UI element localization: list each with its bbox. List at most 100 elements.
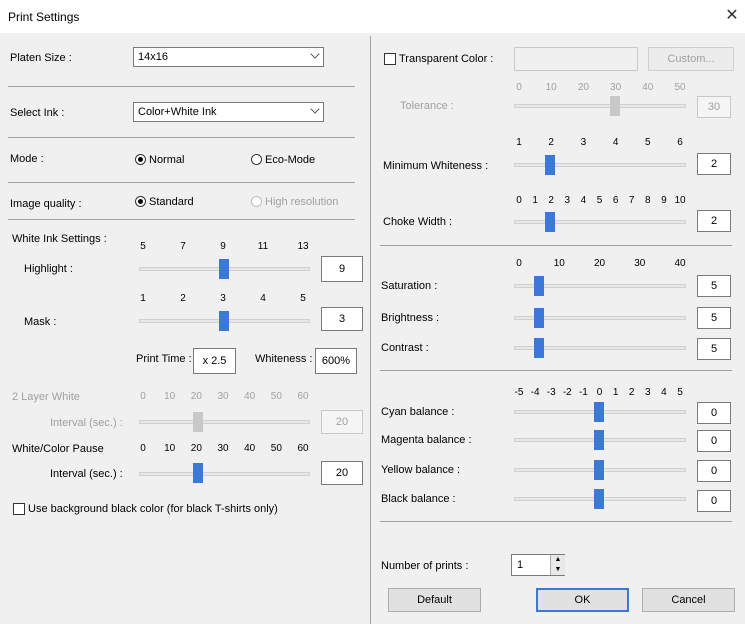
panel-divider [370, 36, 371, 624]
whiteness-value: 600% [315, 348, 357, 374]
close-icon[interactable]: ✕ [723, 6, 741, 26]
window-title: Print Settings [8, 10, 80, 24]
tick-label: 10 [164, 391, 176, 402]
mode-label: Mode : [10, 153, 44, 165]
pause-interval-label: Interval (sec.) : [50, 468, 123, 480]
min-whiteness-slider-thumb[interactable] [545, 155, 555, 175]
default-button[interactable]: Default [388, 588, 481, 612]
tick-label: 30 [217, 391, 229, 402]
spin-down-icon[interactable]: ▼ [550, 565, 565, 575]
tick-label: 20 [593, 258, 606, 269]
tick-label: 30 [217, 443, 229, 454]
divider [8, 86, 355, 87]
brightness-label: Brightness : [381, 312, 440, 324]
choke-width-slider-thumb[interactable] [545, 212, 555, 232]
tick-label: 50 [270, 391, 282, 402]
cyan-balance-slider-thumb[interactable] [594, 402, 604, 422]
highlight-label: Highlight : [24, 263, 73, 275]
print-time-value: x 2.5 [193, 348, 236, 374]
divider [380, 521, 732, 522]
two-layer-slider-thumb[interactable] [193, 412, 203, 432]
white-ink-settings-label: White Ink Settings : [12, 233, 107, 245]
min-whiteness-label: Minimum Whiteness : [383, 160, 489, 172]
chevron-down-icon [310, 104, 320, 114]
ok-button[interactable]: OK [536, 588, 629, 612]
brightness-slider-thumb[interactable] [534, 308, 544, 328]
choke-width-slider-track[interactable] [514, 220, 686, 224]
divider [8, 137, 355, 138]
cancel-button[interactable]: Cancel [642, 588, 735, 612]
yellow-balance-slider-thumb[interactable] [594, 460, 604, 480]
tick-label: 6 [677, 137, 683, 148]
tick-label: 50 [270, 443, 282, 454]
tick-label: 5 [645, 137, 651, 148]
tick-label: 11 [257, 241, 269, 252]
saturation-slider-thumb[interactable] [534, 276, 544, 296]
black-balance-slider-thumb[interactable] [594, 489, 604, 509]
highlight-value: 9 [321, 256, 363, 282]
tick-label: 7 [180, 241, 186, 252]
tick-label: 9 [220, 241, 226, 252]
mask-label: Mask : [24, 316, 57, 328]
title-bar [0, 0, 745, 33]
quality-standard-radio[interactable] [135, 196, 146, 207]
tick-label: 10 [553, 258, 565, 269]
tick-label: 4 [260, 293, 266, 304]
tolerance-value: 30 [697, 96, 731, 118]
tick-label: 0 [516, 82, 522, 93]
whiteness-label: Whiteness : [255, 353, 313, 365]
tick-label: 0 [516, 258, 522, 269]
platen-size-select[interactable]: 14x16 [133, 47, 324, 67]
tick-label: 40 [244, 391, 256, 402]
highlight-slider-thumb[interactable] [219, 259, 229, 279]
brightness-value: 5 [697, 307, 731, 329]
tick-label: 30 [610, 82, 622, 93]
min-whiteness-value: 2 [697, 153, 731, 175]
number-of-prints-label: Number of prints : [381, 560, 469, 572]
black-background-checkbox[interactable] [13, 503, 25, 515]
tick-label: 2 [548, 137, 554, 148]
platen-size-value: 14x16 [138, 51, 168, 63]
tolerance-slider-track[interactable] [514, 104, 686, 108]
number-of-prints-value: 1 [517, 559, 524, 571]
quality-high-radio[interactable] [251, 196, 262, 207]
pause-value: 20 [321, 461, 363, 485]
select-ink-select[interactable]: Color+White Ink [133, 102, 324, 122]
min-whiteness-slider-track[interactable] [514, 163, 686, 167]
tick-label: 20 [190, 391, 202, 402]
mask-value: 3 [321, 307, 363, 331]
tick-label: 10 [545, 82, 557, 93]
magenta-balance-slider-thumb[interactable] [594, 430, 604, 450]
transparent-color-checkbox[interactable] [384, 53, 396, 65]
two-layer-value: 20 [321, 410, 363, 434]
transparent-color-swatch[interactable] [514, 47, 638, 71]
mode-eco-radio[interactable] [251, 154, 262, 165]
tick-label: 50 [674, 82, 686, 93]
tick-label: 60 [297, 443, 309, 454]
tick-label: 10 [164, 443, 176, 454]
pause-slider-thumb[interactable] [193, 463, 203, 483]
tick-label: 20 [577, 82, 589, 93]
two-layer-interval-label: Interval (sec.) : [50, 417, 123, 429]
two-layer-slider-track[interactable] [139, 420, 310, 424]
tick-label: 1 [140, 293, 146, 304]
pause-slider-track[interactable] [139, 472, 310, 476]
mask-slider-thumb[interactable] [219, 311, 229, 331]
mode-normal-radio[interactable] [135, 154, 146, 165]
saturation-label: Saturation : [381, 280, 438, 292]
contrast-slider-thumb[interactable] [534, 338, 544, 358]
tick-label: 40 [642, 82, 654, 93]
divider [8, 219, 355, 220]
mode-normal-label: Normal [149, 154, 185, 166]
tick-label: 4 [612, 137, 619, 148]
magenta-balance-value: 0 [697, 430, 731, 452]
tick-label: 13 [297, 241, 309, 252]
chevron-down-icon [310, 49, 320, 59]
tick-label: 30 [634, 258, 646, 269]
tick-label: 2 [180, 293, 186, 304]
tick-label: 20 [190, 443, 202, 454]
number-of-prints-spinner[interactable]: 1 ▲ ▼ [511, 554, 565, 576]
divider [8, 182, 355, 183]
custom-button[interactable]: Custom... [648, 47, 734, 71]
tolerance-slider-thumb[interactable] [610, 96, 620, 116]
